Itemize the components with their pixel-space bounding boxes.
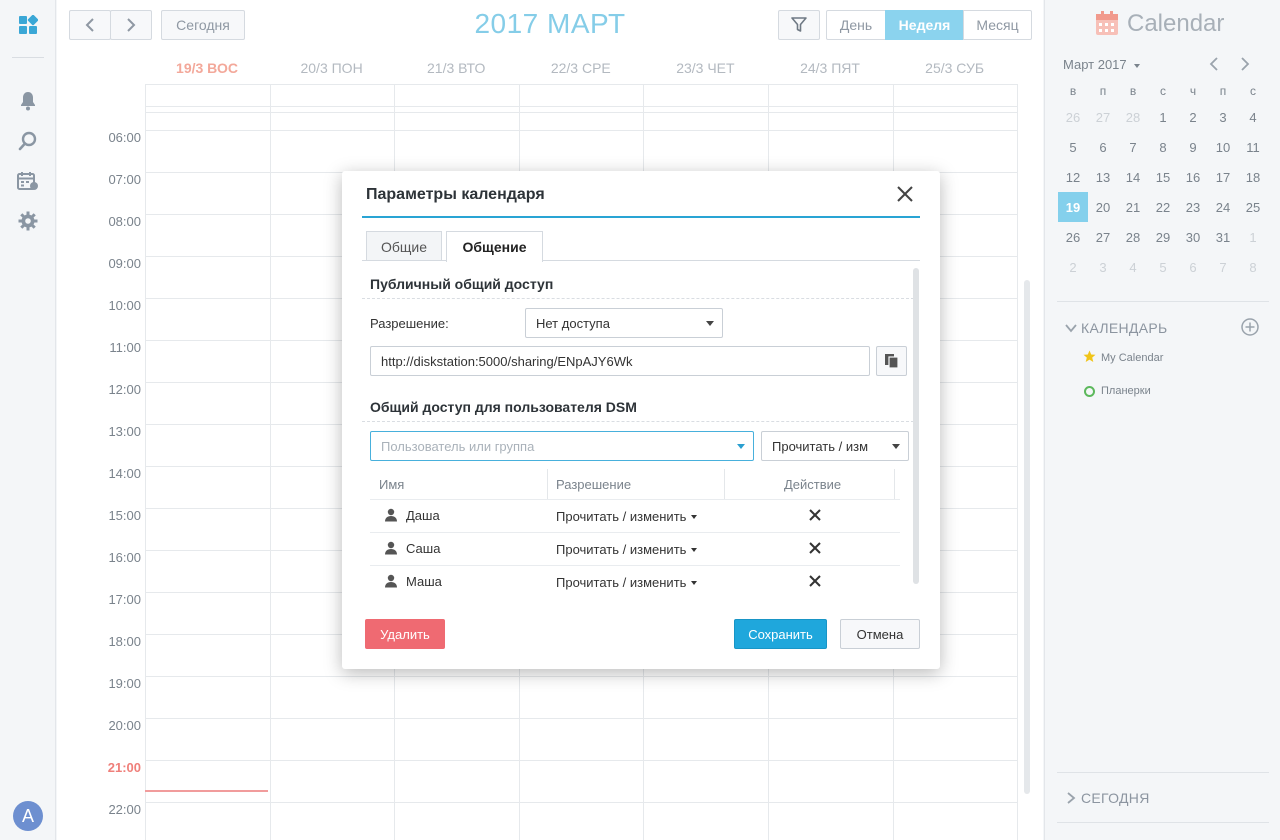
calendar-settings-dialog: Параметры календаря Общие Общение Публич… [342, 171, 940, 669]
user-group-input[interactable]: Пользователь или группа [370, 431, 754, 461]
remove-user-icon[interactable] [808, 574, 822, 588]
caret-down-icon [737, 444, 745, 449]
dialog-title: Параметры календаря [366, 186, 545, 203]
close-icon [897, 186, 913, 202]
user-permission-select[interactable]: Прочитать / изменить [556, 575, 686, 590]
save-button[interactable]: Сохранить [734, 619, 827, 649]
sharing-table: Имя Разрешение Действие Даша Прочитать / … [370, 469, 912, 597]
column-divider [724, 469, 725, 499]
share-url-value: http://diskstation:5000/sharing/ENpAJY6W… [381, 353, 633, 369]
public-sharing-title: Публичный общий доступ [370, 276, 554, 292]
user-name: Маша [406, 574, 442, 589]
user-name: Саша [406, 541, 441, 556]
remove-user-icon[interactable] [808, 508, 822, 522]
title-underline [362, 216, 920, 218]
column-header-name[interactable]: Имя [379, 469, 404, 499]
user-name: Даша [406, 508, 440, 523]
copy-icon [884, 354, 899, 369]
user-icon [385, 508, 397, 522]
tab-sharing[interactable]: Общение [446, 231, 543, 262]
tab-general[interactable]: Общие [366, 231, 442, 261]
caret-down-icon [892, 444, 900, 449]
column-divider [894, 469, 895, 499]
column-divider [547, 469, 548, 499]
user-icon [385, 574, 397, 588]
dialog-scrollbar[interactable] [913, 268, 919, 584]
user-permission-select[interactable]: Прочитать / изменить [556, 542, 686, 557]
user-permission-select[interactable]: Прочитать / изменить [556, 509, 686, 524]
caret-down-icon[interactable] [691, 548, 697, 552]
user-group-placeholder: Пользователь или группа [381, 438, 535, 454]
dsm-sharing-title: Общий доступ для пользователя DSM [370, 399, 637, 415]
new-permission-select[interactable]: Прочитать / изм [761, 431, 909, 461]
caret-down-icon[interactable] [691, 515, 697, 519]
section-divider [362, 421, 914, 422]
table-row: Маша Прочитать / изменить [370, 565, 900, 597]
cancel-button[interactable]: Отмена [840, 619, 920, 649]
table-row: Саша Прочитать / изменить [370, 532, 900, 565]
caret-down-icon [706, 321, 714, 326]
caret-down-icon[interactable] [691, 581, 697, 585]
column-header-action[interactable]: Действие [784, 469, 841, 499]
delete-button[interactable]: Удалить [365, 619, 445, 649]
column-header-permission[interactable]: Разрешение [556, 469, 631, 499]
section-divider [362, 298, 914, 299]
user-icon [385, 541, 397, 555]
close-button[interactable] [894, 183, 916, 205]
remove-user-icon[interactable] [808, 541, 822, 555]
public-permission-value: Нет доступа [536, 315, 610, 331]
share-url-field[interactable]: http://diskstation:5000/sharing/ENpAJY6W… [370, 346, 870, 376]
copy-link-button[interactable] [876, 346, 907, 376]
table-row: Даша Прочитать / изменить [370, 499, 900, 532]
public-permission-select[interactable]: Нет доступа [525, 308, 723, 338]
permission-label: Разрешение: [370, 316, 449, 331]
new-permission-value: Прочитать / изм [772, 438, 869, 454]
